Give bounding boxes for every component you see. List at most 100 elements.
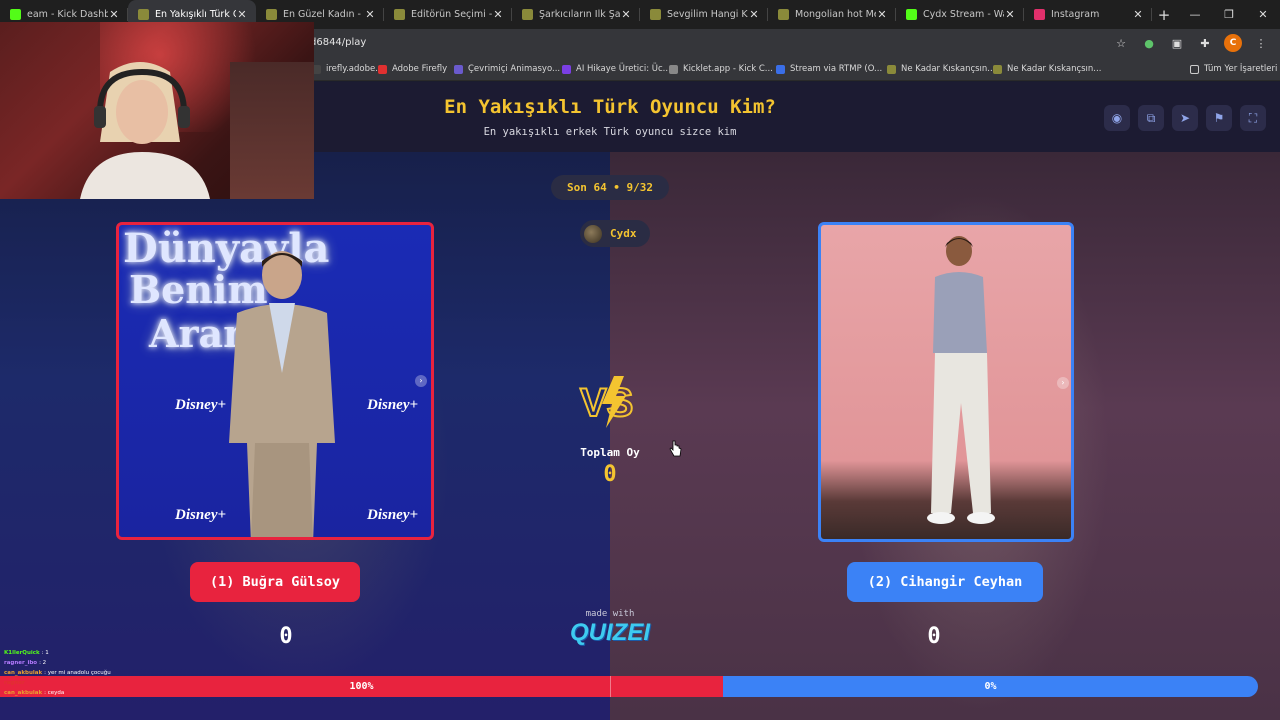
- right-percentage-fill: 0%: [723, 676, 1258, 697]
- chat-text: : 2: [39, 660, 47, 666]
- bookmark-item[interactable]: Çevrimiçi Animasyo...: [454, 64, 560, 74]
- tab-title: Instagram: [1051, 9, 1100, 20]
- tab-favicon-icon: [906, 9, 917, 20]
- tab-close-icon[interactable]: ✕: [748, 8, 760, 21]
- browser-tab[interactable]: Cydx Stream - Watch✕: [896, 0, 1024, 29]
- bookmark-label: Ne Kadar Kıskançsın...: [901, 64, 996, 74]
- bar-center-divider: [610, 676, 611, 697]
- tab-close-icon[interactable]: ✕: [364, 8, 376, 21]
- bookmark-icon: [378, 64, 387, 74]
- tab-close-icon[interactable]: ✕: [236, 8, 248, 21]
- tab-close-icon[interactable]: ✕: [620, 8, 632, 21]
- chat-message: can_akbulak: yer mi anadolu çocuğu: [4, 668, 184, 678]
- user-name: Cydx: [610, 227, 637, 240]
- chat-username: ragner: [4, 680, 25, 686]
- bookmark-label: Stream via RTMP (O...: [790, 64, 883, 74]
- tab-title: Sevgilim Hangi Kıyafe: [667, 9, 748, 20]
- tab-favicon-icon: [138, 9, 149, 20]
- tab-title: Cydx Stream - Watch: [923, 9, 1004, 20]
- tab-close-icon[interactable]: ✕: [876, 8, 888, 21]
- new-tab-button[interactable]: +: [1152, 6, 1176, 24]
- bookmark-item[interactable]: AI Hikaye Üretici: Üc...: [562, 64, 671, 74]
- media-icon[interactable]: ▣: [1168, 34, 1186, 52]
- tab-close-icon[interactable]: ✕: [492, 8, 504, 21]
- right-contestant-photo: [927, 236, 995, 524]
- hand-cursor-icon: [669, 440, 682, 457]
- round-indicator: Son 64 • 9/32: [551, 175, 669, 200]
- bookmark-item[interactable]: Ne Kadar Kıskançsın...: [993, 64, 1101, 74]
- minimize-icon[interactable]: —: [1178, 0, 1212, 29]
- share-icon[interactable]: ⧉: [1138, 105, 1164, 131]
- user-badge: Cydx: [580, 220, 650, 247]
- browser-tab[interactable]: Instagram ✕: [1024, 0, 1152, 29]
- tab-close-icon[interactable]: ✕: [108, 8, 120, 21]
- stream-chat-overlay: K1llerQuick: 1 ragner_ibo: 2 can_akbulak: …: [4, 648, 184, 698]
- webcam-overlay: [0, 22, 314, 199]
- tab-close-icon[interactable]: ✕: [1132, 8, 1144, 21]
- bookmark-label: Ne Kadar Kıskançsın...: [1007, 64, 1102, 74]
- chat-text: : ceyda: [44, 690, 65, 696]
- vote-right-button[interactable]: (2) Cihangir Ceyhan: [847, 562, 1043, 602]
- left-option-card[interactable]: Dünyayla Benim Aramda Disney+ Disney+ Di…: [116, 222, 434, 540]
- tab-title: eam - Kick Dashbo: [27, 9, 108, 20]
- tab-title: Mongolian hot Mens: [795, 9, 876, 20]
- brand-logo[interactable]: QUIZEI: [560, 619, 660, 647]
- chat-username: K1llerQuick: [4, 650, 40, 656]
- left-vote-count: 0: [279, 624, 293, 649]
- restore-icon[interactable]: ❐: [1212, 0, 1246, 29]
- bookmark-item[interactable]: Adobe Firefly: [378, 64, 447, 74]
- right-option-card[interactable]: ›: [818, 222, 1074, 542]
- browser-tab[interactable]: Mongolian hot Mens✕: [768, 0, 896, 29]
- browser-tab[interactable]: Editörün Seçimi - Tur✕: [384, 0, 512, 29]
- tab-favicon-icon: [650, 9, 661, 20]
- left-contestant-photo: [229, 251, 335, 537]
- menu-icon[interactable]: ⋮: [1252, 34, 1270, 52]
- tab-title: En Yakışıklı Türk Oyun: [155, 9, 236, 20]
- bookmark-icon: [993, 64, 1002, 74]
- total-votes-label: Toplam Oy: [580, 446, 640, 459]
- chat-text: : yer mi anadolu çocuğu: [44, 670, 111, 676]
- carousel-next-icon[interactable]: ›: [415, 375, 427, 387]
- tab-separator: [1151, 8, 1152, 21]
- bookmark-item[interactable]: Ne Kadar Kıskançsın...: [887, 64, 995, 74]
- disney-logo: Disney+: [367, 397, 419, 413]
- bookmark-label: irefly.adobe...: [326, 64, 384, 74]
- carousel-next-icon[interactable]: ›: [1057, 377, 1069, 389]
- bookmark-icon: [669, 64, 678, 74]
- user-avatar: [584, 224, 602, 243]
- puzzle-icon[interactable]: ✚: [1196, 34, 1214, 52]
- tab-title: Editörün Seçimi - Tur: [411, 9, 492, 20]
- chat-username: ragner_ibo: [4, 660, 38, 666]
- fullscreen-icon[interactable]: ⛶: [1240, 105, 1266, 131]
- bookmark-label: AI Hikaye Üretici: Üc...: [576, 64, 671, 74]
- tab-close-icon[interactable]: ✕: [1004, 8, 1016, 21]
- star-icon[interactable]: ☆: [1112, 34, 1130, 52]
- bookmark-label: Çevrimiçi Animasyo...: [468, 64, 561, 74]
- tab-title: Şarkıcıların İlk Şarkısı: [539, 9, 620, 20]
- all-bookmarks-folder[interactable]: Tüm Yer İşaretleri: [1190, 64, 1277, 74]
- chat-message: ragner_ibo: 2: [4, 658, 184, 668]
- bookmark-icon: [562, 64, 571, 74]
- bookmark-item[interactable]: Kicklet.app - Kick C...: [669, 64, 773, 74]
- flag-icon[interactable]: ⚑: [1206, 105, 1232, 131]
- eye-icon[interactable]: ◉: [1104, 105, 1130, 131]
- bookmark-item[interactable]: irefly.adobe...: [312, 64, 383, 74]
- url-field[interactable]: d6844/play: [310, 37, 366, 48]
- tab-favicon-icon: [522, 9, 533, 20]
- vote-left-button[interactable]: (1) Buğra Gülsoy: [190, 562, 360, 602]
- browser-tab[interactable]: Sevgilim Hangi Kıyafe✕: [640, 0, 768, 29]
- toolbar-icons: ☆ ● ▣ ✚ C ⋮: [1112, 34, 1270, 52]
- vs-icon: VS: [579, 376, 634, 428]
- extension-shield-icon[interactable]: ●: [1140, 34, 1158, 52]
- send-icon[interactable]: ➤: [1172, 105, 1198, 131]
- chat-message: K1llerQuick: 1: [4, 648, 184, 658]
- profile-avatar[interactable]: C: [1224, 34, 1242, 52]
- browser-tab[interactable]: Şarkıcıların İlk Şarkısı✕: [512, 0, 640, 29]
- bookmark-item[interactable]: Stream via RTMP (O...: [776, 64, 882, 74]
- close-window-icon[interactable]: ✕: [1246, 0, 1280, 29]
- made-with-label: made with: [585, 609, 635, 619]
- right-vote-count: 0: [927, 624, 941, 649]
- chat-username: can_akbulak: [4, 690, 43, 696]
- chat-username: can_akbulak: [4, 670, 43, 676]
- bookmark-label: Adobe Firefly: [392, 64, 448, 74]
